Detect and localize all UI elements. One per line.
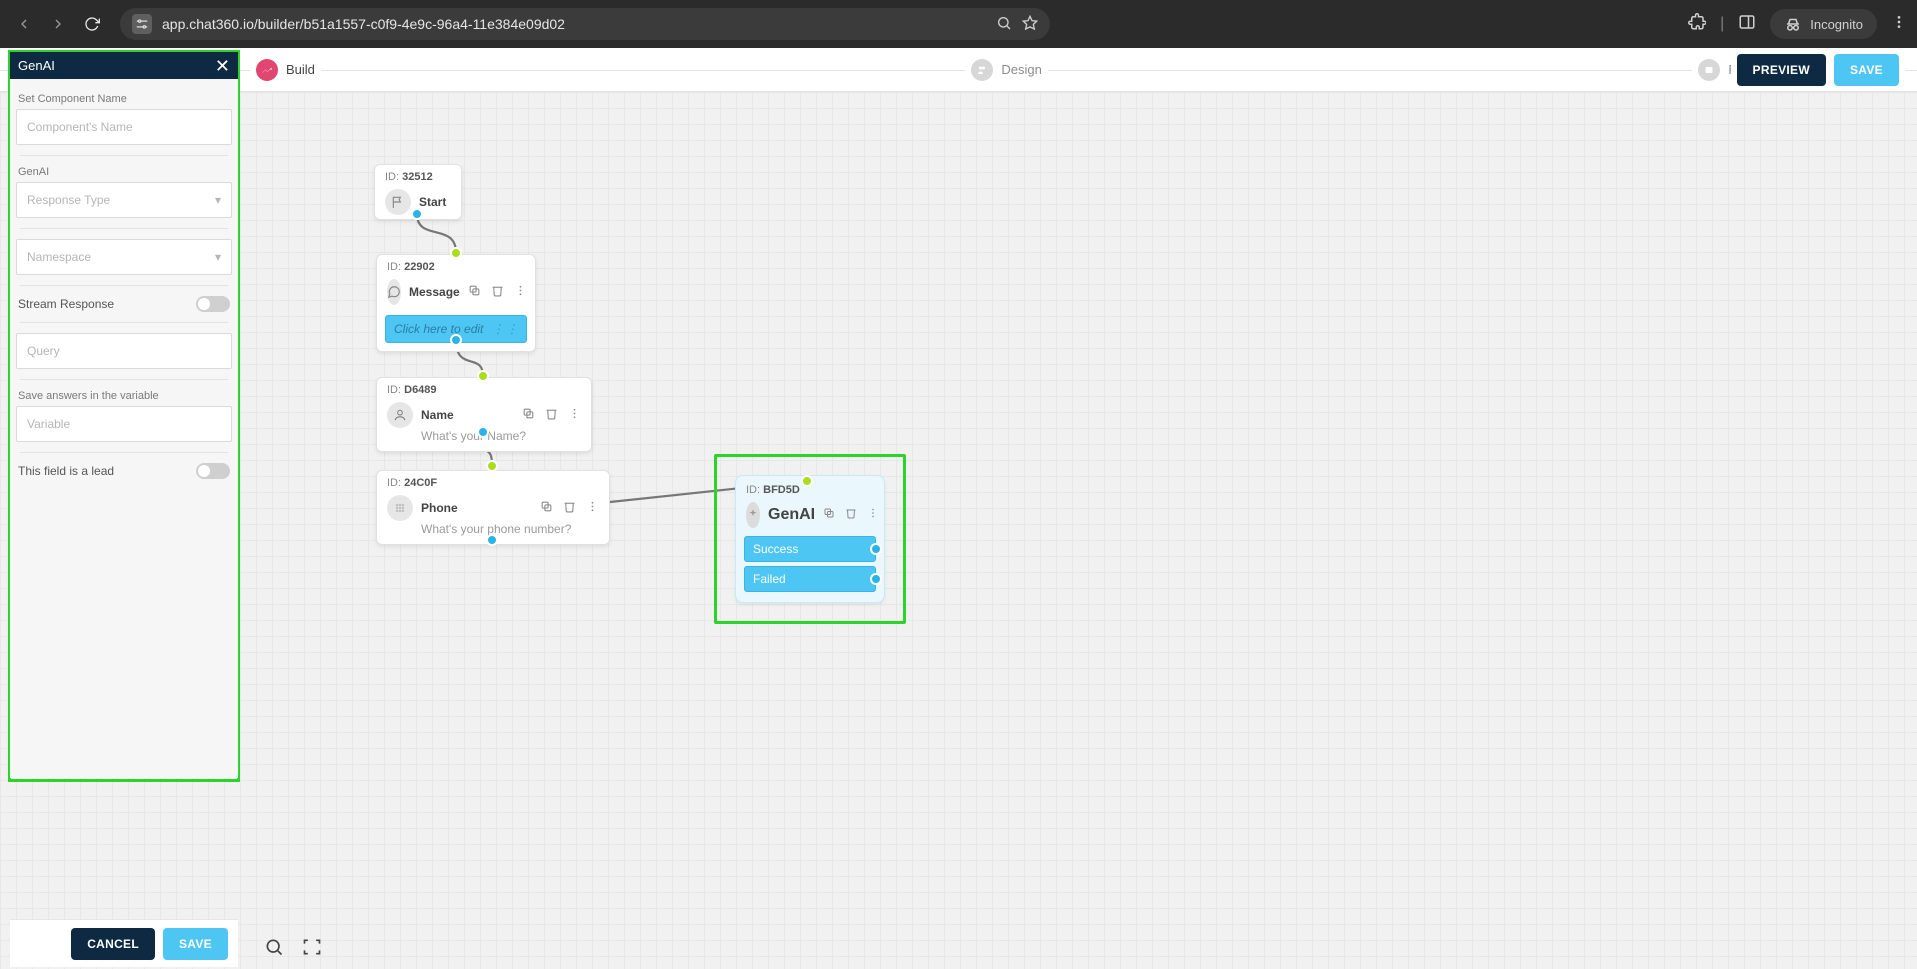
port-out[interactable] [486,534,498,546]
save-button[interactable]: SAVE [1834,54,1899,86]
response-type-select[interactable]: Response Type ▾ [16,182,232,218]
canvas-tools [262,935,324,959]
chevron-down-icon: ▾ [215,193,221,207]
port-out[interactable] [870,573,882,585]
flag-icon [385,189,411,215]
genai-slot-success[interactable]: Success [744,536,876,562]
delete-icon[interactable] [563,500,576,516]
query-input[interactable] [16,333,232,369]
save-variable-label: Save answers in the variable [18,390,230,402]
node-phone-title: Phone [421,501,458,515]
more-icon[interactable] [586,500,599,516]
close-icon[interactable]: ✕ [215,59,230,73]
extensions-icon[interactable] [1688,13,1706,36]
incognito-icon [1784,15,1802,33]
copy-icon[interactable] [823,506,835,524]
node-message-title: Message [409,285,460,299]
port-out[interactable] [450,334,462,346]
port-out[interactable] [411,208,423,220]
genai-slot-failed-label: Failed [753,572,786,586]
genai-slot-success-label: Success [753,542,798,556]
stream-response-toggle[interactable] [196,296,230,312]
port-in[interactable] [450,247,462,259]
node-name[interactable]: ID: D6489 Name What's your Name? [376,377,592,452]
stream-response-label: Stream Response [18,297,114,311]
node-name-title: Name [421,408,454,422]
genai-config-panel: GenAI ✕ Set Component Name GenAI Respons… [10,52,238,778]
fit-screen-icon[interactable] [300,935,324,959]
site-settings-icon[interactable] [132,14,152,34]
panel-toggle-icon[interactable] [1738,13,1756,36]
lead-toggle[interactable] [196,463,230,479]
connection-wires [0,92,1917,969]
node-genai[interactable]: ID: BFD5D GenAI Success Failed [735,475,885,603]
mode-design[interactable]: Design [965,59,1047,81]
node-genai-title: GenAI [768,506,815,524]
port-out[interactable] [477,426,489,438]
nav-back-button[interactable] [10,10,38,38]
panel-footer: CANCEL SAVE [10,919,238,967]
sparkle-icon [746,502,760,528]
copy-icon[interactable] [468,284,481,300]
message-icon [387,279,401,305]
zoom-tool-icon[interactable] [262,935,286,959]
more-icon[interactable] [514,284,527,300]
browser-menu-icon[interactable] [1891,14,1907,35]
preview-button[interactable]: PREVIEW [1737,54,1826,86]
response-type-placeholder: Response Type [27,193,110,207]
bookmark-star-icon[interactable] [1022,15,1038,34]
component-name-input[interactable] [16,109,232,145]
genai-slot-failed[interactable]: Failed [744,566,876,592]
design-icon [971,59,993,81]
genai-section-label: GenAI [18,166,230,178]
nav-reload-button[interactable] [78,10,106,38]
flow-canvas[interactable]: ID: 32512 Start ID: 22902 Message Click … [0,92,1917,969]
incognito-indicator[interactable]: Incognito [1770,9,1877,39]
mode-build[interactable]: Build [250,59,321,81]
port-out[interactable] [870,543,882,555]
url-bar[interactable]: app.chat360.io/builder/b51a1557-c0f9-4e9… [120,8,1050,40]
namespace-placeholder: Namespace [27,250,91,264]
zoom-icon[interactable] [996,15,1012,34]
delete-icon[interactable] [545,407,558,423]
mode-build-label: Build [286,62,315,77]
message-slot-text: Click here to edit [394,322,483,336]
variable-input[interactable] [16,406,232,442]
more-icon[interactable] [867,506,879,524]
panel-title: GenAI [18,58,55,73]
app-header: Build Design Publish PREVIEW SAVE [0,48,1917,92]
more-icon[interactable] [568,407,581,423]
lead-label: This field is a lead [18,464,114,478]
node-start-title: Start [419,195,446,209]
port-in[interactable] [477,370,489,382]
copy-icon[interactable] [540,500,553,516]
mode-design-label: Design [1001,62,1041,77]
url-text: app.chat360.io/builder/b51a1557-c0f9-4e9… [162,16,565,32]
panel-cancel-button[interactable]: CANCEL [71,928,155,960]
port-in[interactable] [801,475,813,487]
component-name-label: Set Component Name [18,93,230,105]
chevron-down-icon: ▾ [215,250,221,264]
browser-chrome: app.chat360.io/builder/b51a1557-c0f9-4e9… [0,0,1917,48]
delete-icon[interactable] [845,506,857,524]
keypad-icon [387,495,413,521]
nav-forward-button[interactable] [44,10,72,38]
drag-handle-icon[interactable]: ⋮⋮ [492,322,520,336]
incognito-label: Incognito [1810,17,1863,32]
port-in[interactable] [486,460,498,472]
panel-save-button[interactable]: SAVE [163,928,228,960]
publish-icon [1698,59,1720,81]
node-phone-id: ID: 24C0F [377,471,609,489]
delete-icon[interactable] [491,284,504,300]
namespace-select[interactable]: Namespace ▾ [16,239,232,275]
build-icon [256,59,278,81]
person-icon [387,402,413,428]
node-start-id: ID: 32512 [375,165,461,183]
copy-icon[interactable] [522,407,535,423]
